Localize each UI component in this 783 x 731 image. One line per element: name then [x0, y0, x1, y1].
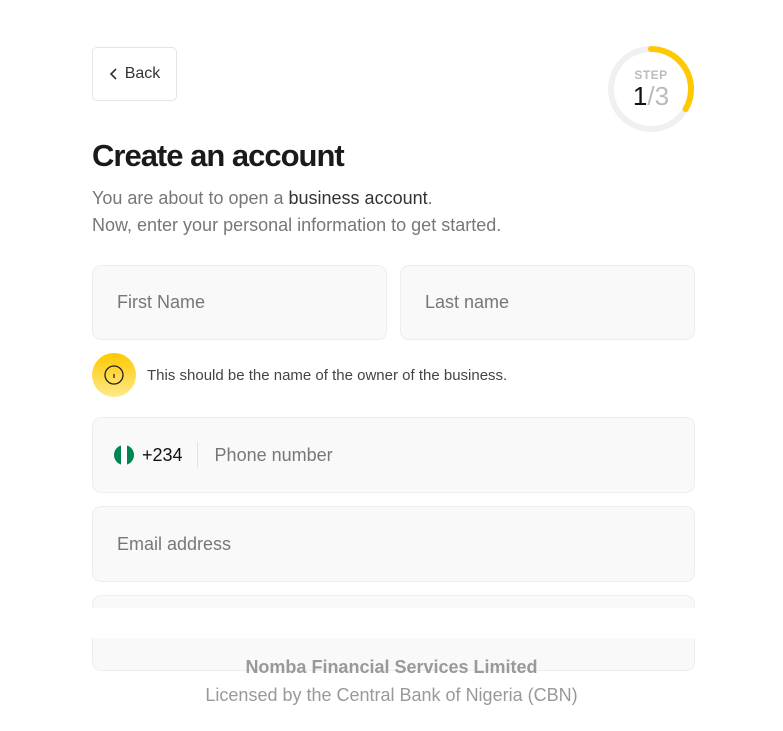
- subtitle-line2: Now, enter your personal information to …: [92, 215, 502, 235]
- back-label: Back: [124, 65, 161, 82]
- last-name-input[interactable]: Last name: [400, 265, 695, 340]
- name-hint: This should be the name of the owner of …: [92, 353, 507, 397]
- email-input[interactable]: Email address: [92, 506, 695, 582]
- chevron-left-icon: [109, 68, 117, 80]
- step-total: /3: [647, 81, 670, 111]
- back-button[interactable]: Back: [92, 47, 177, 101]
- phone-placeholder: Phone number: [214, 444, 333, 465]
- hint-text: This should be the name of the owner of …: [147, 366, 508, 384]
- step-label: STEP: [634, 68, 668, 82]
- first-name-placeholder: First Name: [117, 292, 206, 312]
- subtitle-highlight: business account: [288, 188, 428, 208]
- page-title: Create an account: [92, 138, 345, 173]
- footer-company: Nomba Financial Services Limited: [245, 657, 538, 677]
- nigeria-flag-icon: [114, 445, 134, 465]
- country-code[interactable]: +234: [142, 445, 183, 466]
- divider: [196, 442, 198, 468]
- page-subtitle: You are about to open a business account…: [92, 185, 501, 239]
- step-current: 1: [632, 81, 648, 111]
- last-name-placeholder: Last name: [425, 292, 510, 312]
- subtitle-period: .: [427, 188, 433, 208]
- footer-license: Licensed by the Central Bank of Nigeria …: [205, 685, 578, 705]
- scroll-mask: [0, 608, 783, 638]
- step-progress: STEP 1/3: [607, 45, 695, 133]
- info-icon: [92, 353, 136, 397]
- first-name-input[interactable]: First Name: [92, 265, 387, 340]
- email-placeholder: Email address: [117, 533, 232, 554]
- phone-input[interactable]: +234 Phone number: [92, 417, 695, 493]
- subtitle-text: You are about to open a: [92, 188, 289, 208]
